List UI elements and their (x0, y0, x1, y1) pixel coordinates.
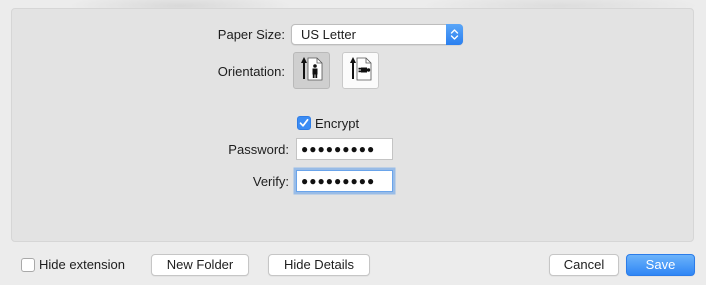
encrypt-label: Encrypt (315, 116, 360, 131)
password-label: Password: (228, 142, 289, 157)
encrypt-checkbox[interactable] (297, 116, 311, 130)
hide-extension-checkbox[interactable] (21, 258, 35, 272)
up-down-chevrons-icon (446, 24, 463, 45)
paper-size-popup[interactable]: US Letter (291, 24, 463, 45)
landscape-orientation-button[interactable] (342, 52, 379, 89)
new-folder-button[interactable]: New Folder (151, 254, 249, 276)
cancel-button[interactable]: Cancel (549, 254, 619, 276)
landscape-orientation-icon (349, 56, 373, 85)
paper-size-value: US Letter (301, 27, 356, 42)
save-button[interactable]: Save (626, 254, 695, 276)
orientation-label: Orientation: (217, 64, 285, 79)
verify-label: Verify: (252, 174, 289, 189)
hide-details-button[interactable]: Hide Details (268, 254, 370, 276)
verify-field[interactable]: ●●●●●●●●● (296, 170, 393, 192)
password-field[interactable]: ●●●●●●●●● (296, 138, 393, 160)
checkmark-icon (299, 118, 309, 128)
portrait-orientation-icon (300, 56, 324, 85)
portrait-orientation-button[interactable] (293, 52, 330, 89)
paper-size-label: Paper Size: (217, 27, 285, 42)
hide-extension-label: Hide extension (39, 257, 125, 272)
